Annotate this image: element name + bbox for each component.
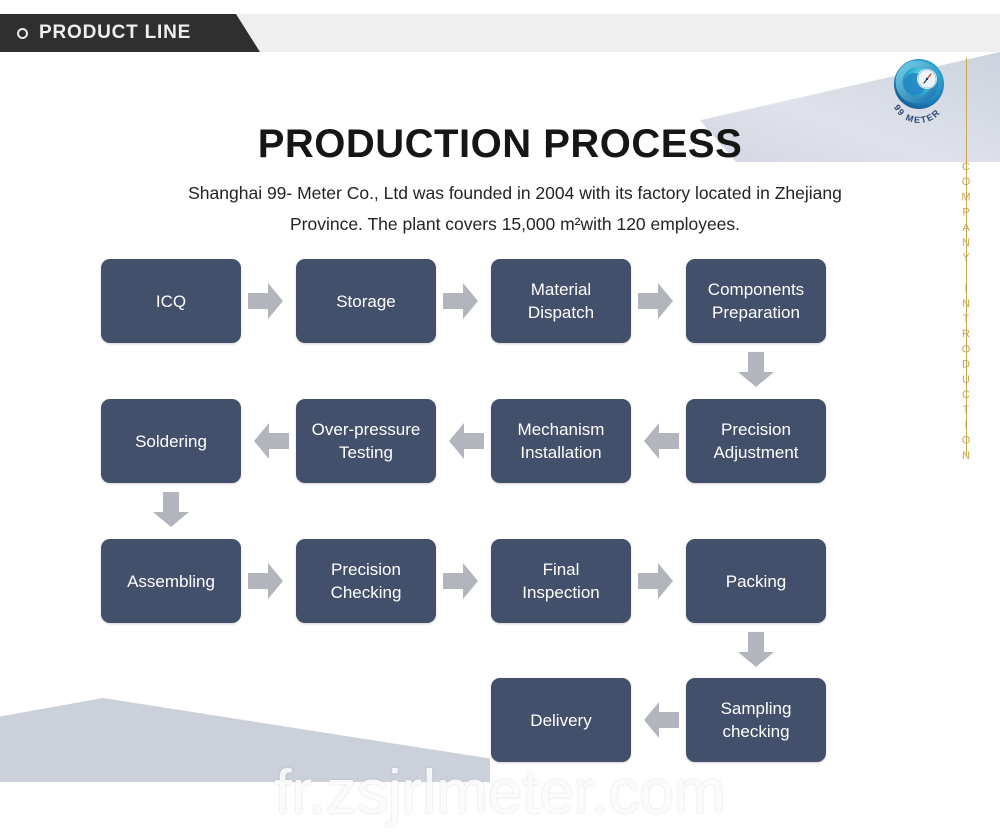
arrow-left-sampling-checking-to-delivery [644,702,679,738]
node-label: Precision Adjustment [713,420,799,462]
process-node-mechanism-installation[interactable]: Mechanism Installation [491,399,631,483]
process-node-material-dispatch[interactable]: Material Dispatch [491,259,631,343]
process-node-sampling-checking[interactable]: Sampling checking [686,678,826,762]
process-node-precision-checking[interactable]: Precision Checking [296,539,436,623]
arrow-right-assembling-to-precision-checking [248,563,283,599]
node-label: Precision Checking [330,560,402,602]
node-label: Delivery [530,710,592,730]
slide-canvas: PRODUCT LINE 99 METER COMPANY INTRODUCTI… [0,0,1000,832]
node-label: Final Inspection [522,560,600,602]
process-node-delivery[interactable]: Delivery [491,678,631,762]
process-node-components-preparation[interactable]: Components Preparation [686,259,826,343]
arrow-down-components-preparation-to-precision-adjustment [738,352,774,387]
process-node-assembling[interactable]: Assembling [101,539,241,623]
node-label: Material Dispatch [527,280,595,322]
node-label: Over-pressure Testing [311,420,421,462]
arrow-down-soldering-to-assembling [153,492,189,527]
process-node-final-inspection[interactable]: Final Inspection [491,539,631,623]
process-node-packing[interactable]: Packing [686,539,826,623]
arrow-right-precision-checking-to-final-inspection [443,563,478,599]
node-label: Mechanism Installation [517,420,605,462]
process-node-icq[interactable]: ICQ [101,259,241,343]
arrow-right-material-dispatch-to-components-preparation [638,283,673,319]
node-label: Storage [336,291,396,311]
node-label: Sampling checking [720,699,792,741]
process-node-over-pressure-testing[interactable]: Over-pressure Testing [296,399,436,483]
node-label: Components Preparation [707,280,805,322]
arrow-right-storage-to-material-dispatch [443,283,478,319]
arrow-right-icq-to-storage [248,283,283,319]
process-node-soldering[interactable]: Soldering [101,399,241,483]
process-node-precision-adjustment[interactable]: Precision Adjustment [686,399,826,483]
arrow-left-precision-adjustment-to-mechanism-installation [644,423,679,459]
process-node-storage[interactable]: Storage [296,259,436,343]
arrow-left-over-pressure-testing-to-soldering [254,423,289,459]
arrow-right-final-inspection-to-packing [638,563,673,599]
production-process-flowchart: ICQ Storage Material Dispatch Components P… [0,0,1000,832]
node-label: Packing [725,571,787,591]
node-label: ICQ [155,291,187,311]
arrow-down-packing-to-sampling-checking [738,632,774,667]
node-label: Soldering [135,431,207,451]
node-label: Assembling [127,571,215,591]
arrow-left-mechanism-installation-to-over-pressure-testing [449,423,484,459]
